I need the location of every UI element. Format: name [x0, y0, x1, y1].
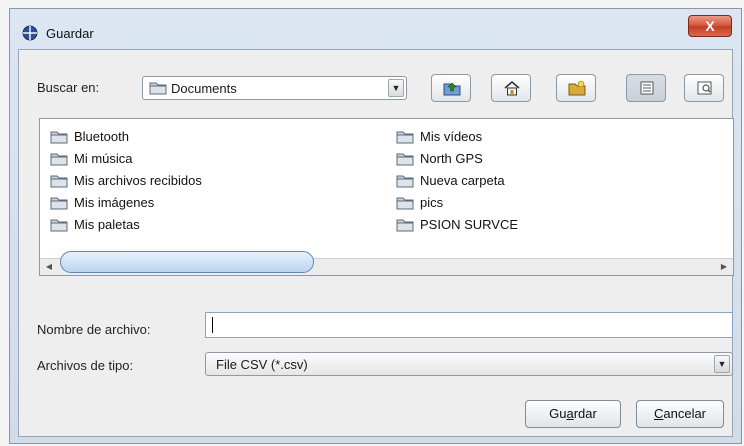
- screen-background: Guardar X Buscar en: Documents ▼ Bluetoo…: [0, 0, 744, 446]
- folder-icon: [396, 152, 414, 169]
- folder-icon: [396, 174, 414, 191]
- file-label: Mi música: [74, 151, 133, 166]
- look-in-value: Documents: [171, 81, 237, 96]
- details-view-icon: [697, 81, 712, 95]
- file-label: Mis imágenes: [74, 195, 155, 210]
- folder-icon: [50, 152, 68, 169]
- chevron-down-icon[interactable]: ▼: [388, 79, 404, 97]
- look-in-label: Buscar en:: [37, 80, 100, 95]
- folder-icon: [50, 196, 68, 213]
- filetype-value: File CSV (*.csv): [216, 357, 308, 372]
- new-folder-icon: [568, 80, 586, 96]
- new-folder-button[interactable]: [556, 74, 596, 102]
- close-button[interactable]: X: [688, 15, 732, 37]
- dialog-title: Guardar: [46, 26, 94, 41]
- filetype-combo[interactable]: File CSV (*.csv) ▼: [205, 352, 733, 376]
- file-label: Mis paletas: [74, 217, 140, 232]
- horizontal-scrollbar[interactable]: ◀ ▶: [40, 251, 733, 275]
- filename-input[interactable]: [205, 312, 733, 338]
- folder-icon: [50, 218, 68, 235]
- up-one-level-button[interactable]: [431, 74, 471, 102]
- list-view-button[interactable]: [626, 74, 666, 102]
- file-label: Mis archivos recibidos: [74, 173, 202, 188]
- home-icon: [504, 80, 520, 96]
- file-label: Mis vídeos: [420, 129, 483, 144]
- text-caret: [212, 317, 213, 333]
- folder-icon: [396, 218, 414, 235]
- save-dialog: Guardar X Buscar en: Documents ▼ Bluetoo…: [9, 8, 742, 444]
- title-bar: Guardar X: [10, 9, 741, 49]
- cancel-button[interactable]: Cancelar: [636, 400, 724, 428]
- filename-label: Nombre de archivo:: [37, 322, 151, 337]
- scroll-thumb[interactable]: [60, 251, 314, 273]
- folder-icon: [396, 130, 414, 147]
- file-label: PSION SURVCE: [420, 217, 519, 232]
- home-button[interactable]: [491, 74, 531, 102]
- save-button[interactable]: Guardar: [525, 400, 621, 428]
- filetype-label: Archivos de tipo:: [37, 358, 134, 373]
- scroll-left-icon[interactable]: ◀: [42, 261, 56, 273]
- scroll-right-icon[interactable]: ▶: [717, 261, 731, 273]
- folder-icon: [50, 130, 68, 147]
- folder-up-icon: [443, 82, 461, 96]
- globe-icon: [22, 25, 38, 41]
- look-in-combo[interactable]: Documents ▼: [142, 76, 407, 100]
- file-label: pics: [420, 195, 444, 210]
- file-list[interactable]: Bluetooth Mi música Mis archivos recibid…: [39, 118, 734, 276]
- chevron-down-icon[interactable]: ▼: [714, 355, 730, 373]
- folder-icon: [149, 81, 167, 98]
- dialog-body: Buscar en: Documents ▼ Bluetooth Mi músi…: [18, 49, 734, 437]
- file-label: North GPS: [420, 151, 483, 166]
- file-label: Bluetooth: [74, 129, 129, 144]
- list-view-icon: [640, 81, 654, 95]
- folder-icon: [50, 174, 68, 191]
- folder-icon: [396, 196, 414, 213]
- file-label: Nueva carpeta: [420, 173, 505, 188]
- details-view-button[interactable]: [684, 74, 724, 102]
